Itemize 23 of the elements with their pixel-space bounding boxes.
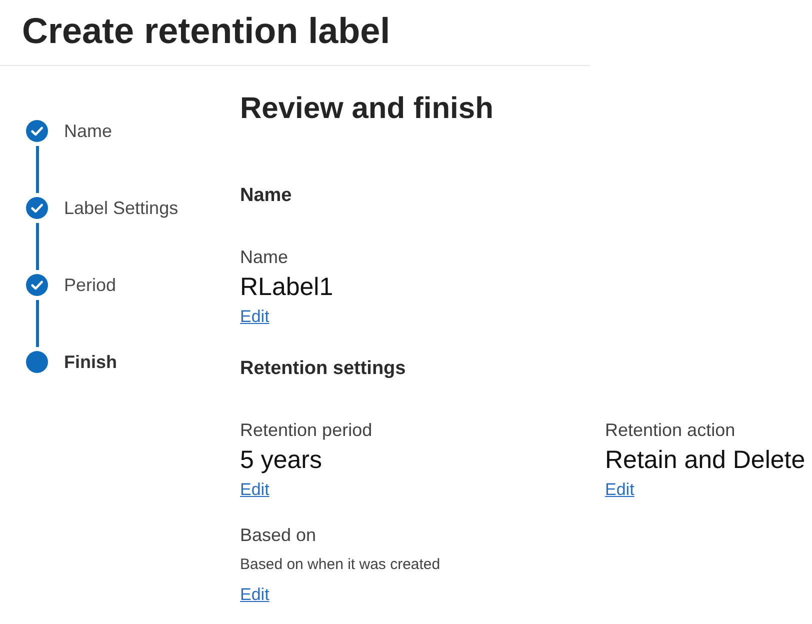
edit-link[interactable]: Edit <box>605 480 634 499</box>
field-value: Retain and Delete <box>605 445 806 475</box>
section-heading: Retention settings <box>240 357 407 381</box>
edit-link[interactable]: Edit <box>240 480 270 499</box>
field-value: 5 years <box>240 445 323 475</box>
review-heading: Review and finish <box>240 91 494 127</box>
step-label: Name <box>64 120 112 142</box>
step-label: Period <box>64 274 116 296</box>
step-connector <box>36 223 38 270</box>
step-connector <box>36 300 38 347</box>
step-label: Label Settings <box>64 197 178 219</box>
field-label: Based on <box>240 524 318 546</box>
section-heading: Name <box>240 184 293 208</box>
edit-link[interactable]: Edit <box>240 585 270 604</box>
field-label: Name <box>240 246 290 268</box>
edit-link[interactable]: Edit <box>240 307 270 326</box>
field-value: Based on when it was created <box>240 555 442 575</box>
page-title: Create retention label <box>22 11 390 51</box>
field-label: Retention period <box>240 419 374 441</box>
field-value: RLabel1 <box>240 272 334 302</box>
field-label: Retention action <box>605 419 736 441</box>
step-connector <box>36 146 38 193</box>
step-label: Finish <box>64 351 117 373</box>
